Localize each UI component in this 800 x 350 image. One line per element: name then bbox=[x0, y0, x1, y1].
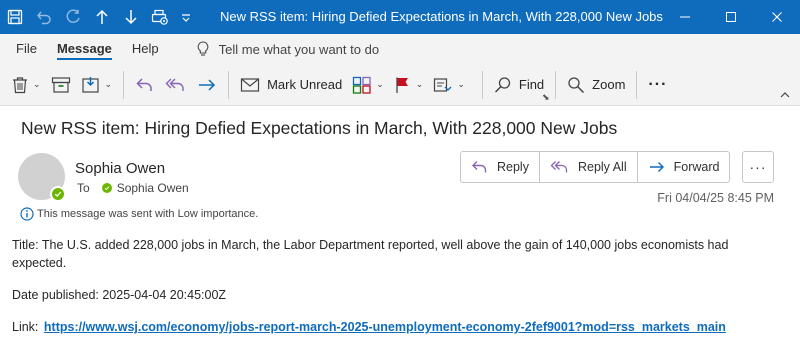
follow-up-caret-icon[interactable]: ⌄ bbox=[416, 79, 424, 90]
follow-up-button[interactable]: ⌄ bbox=[389, 68, 429, 102]
ribbon-separator bbox=[481, 70, 483, 99]
find-label: Find bbox=[518, 77, 545, 92]
sender-name[interactable]: Sophia Owen bbox=[75, 160, 165, 177]
forward-button[interactable]: Forward bbox=[638, 152, 730, 182]
reply-button[interactable]: Reply bbox=[461, 152, 540, 182]
move-to-folder-icon bbox=[81, 76, 99, 93]
message-body: Title: The U.S. added 228,000 jobs in Ma… bbox=[12, 236, 782, 350]
rules-icon bbox=[434, 77, 452, 92]
window-controls bbox=[662, 0, 800, 34]
rules-button[interactable]: ⌄ bbox=[428, 68, 470, 102]
tab-help[interactable]: Help bbox=[122, 34, 169, 64]
dialog-launcher-icon[interactable]: ⬊ bbox=[542, 92, 550, 103]
undo-icon[interactable] bbox=[29, 0, 58, 34]
reply-icon bbox=[136, 77, 152, 91]
reply-icon bbox=[472, 161, 487, 173]
ribbon-separator bbox=[228, 70, 230, 99]
delete-caret-icon[interactable]: ⌄ bbox=[33, 79, 41, 90]
recipient-presence-icon bbox=[101, 183, 112, 193]
importance-text: This message was sent with Low importanc… bbox=[37, 208, 259, 220]
body-link-line: Link: https://www.wsj.com/economy/jobs-r… bbox=[12, 318, 782, 336]
find-button[interactable]: Find bbox=[489, 68, 549, 102]
ribbon-separator bbox=[636, 70, 638, 99]
reply-all-button[interactable]: Reply All bbox=[540, 152, 638, 182]
lightbulb-icon bbox=[197, 41, 208, 56]
recipient-line: To Sophia Owen bbox=[77, 181, 189, 195]
mark-unread-button[interactable]: Mark Unread bbox=[235, 68, 347, 102]
up-arrow-icon[interactable] bbox=[87, 0, 116, 34]
forward-icon bbox=[199, 78, 216, 91]
ribbon-more-button[interactable]: ··· bbox=[643, 68, 672, 102]
redo-icon[interactable] bbox=[58, 0, 87, 34]
collapse-ribbon-icon[interactable] bbox=[780, 90, 790, 101]
tab-file[interactable]: File bbox=[6, 34, 47, 64]
rules-caret-icon[interactable]: ⌄ bbox=[457, 79, 465, 90]
find-search-icon bbox=[494, 76, 511, 93]
menu-bar: File Message Help Tell me what you want … bbox=[0, 34, 800, 64]
forward-label: Forward bbox=[673, 160, 720, 174]
received-datetime: Fri 04/04/25 8:45 PM bbox=[657, 191, 774, 205]
minimize-icon[interactable] bbox=[662, 0, 708, 34]
down-arrow-icon[interactable] bbox=[116, 0, 145, 34]
move-button[interactable]: ⌄ bbox=[76, 68, 118, 102]
customize-caret-icon[interactable] bbox=[174, 0, 198, 34]
tell-me-search[interactable]: Tell me what you want to do bbox=[197, 41, 379, 57]
save-icon[interactable] bbox=[0, 0, 29, 34]
zoom-button[interactable]: Zoom bbox=[562, 68, 630, 102]
ribbon: ⌄ ⌄ Mark Unread ⌄ ⌄ ⌄ Find Zoom ··· ⬊ bbox=[0, 64, 800, 106]
mark-unread-label: Mark Unread bbox=[267, 77, 343, 92]
title-bar: New RSS item: Hiring Defied Expectations… bbox=[0, 0, 800, 34]
reading-pane: New RSS item: Hiring Defied Expectations… bbox=[0, 107, 800, 350]
zoom-icon bbox=[568, 76, 585, 93]
reply-label: Reply bbox=[497, 160, 529, 174]
ribbon-separator bbox=[555, 70, 557, 99]
trash-icon bbox=[13, 76, 27, 93]
reply-all-label: Reply All bbox=[577, 160, 627, 174]
zoom-label: Zoom bbox=[592, 77, 626, 92]
window-title: New RSS item: Hiring Defied Expectations… bbox=[220, 9, 663, 24]
article-link[interactable]: https://www.wsj.com/economy/jobs-report-… bbox=[44, 320, 726, 334]
move-caret-icon[interactable]: ⌄ bbox=[105, 79, 113, 90]
reply-all-icon bbox=[550, 161, 568, 173]
link-label: Link: bbox=[12, 320, 39, 334]
close-icon[interactable] bbox=[754, 0, 800, 34]
archive-icon bbox=[51, 76, 70, 93]
to-label: To bbox=[77, 181, 90, 195]
categorize-caret-icon[interactable]: ⌄ bbox=[376, 79, 384, 90]
restore-icon[interactable] bbox=[708, 0, 754, 34]
archive-button[interactable] bbox=[46, 68, 76, 102]
importance-infobar: This message was sent with Low importanc… bbox=[20, 207, 258, 221]
more-actions-button[interactable]: ··· bbox=[742, 151, 774, 183]
message-subject: New RSS item: Hiring Defied Expectations… bbox=[21, 118, 618, 138]
body-date-line: Date published: 2025-04-04 20:45:00Z bbox=[12, 288, 227, 302]
reply-ribbon-button[interactable] bbox=[130, 68, 160, 102]
presence-available-icon bbox=[50, 186, 66, 202]
envelope-icon bbox=[240, 77, 260, 92]
info-icon bbox=[20, 207, 34, 221]
flag-icon bbox=[396, 77, 408, 93]
categorize-icon bbox=[353, 76, 371, 94]
reply-all-ribbon-button[interactable] bbox=[160, 68, 192, 102]
forward-ribbon-button[interactable] bbox=[192, 68, 222, 102]
tell-me-text: Tell me what you want to do bbox=[218, 41, 380, 57]
recipient-name[interactable]: Sophia Owen bbox=[117, 181, 189, 195]
print-icon[interactable] bbox=[145, 0, 174, 34]
delete-button[interactable]: ⌄ bbox=[6, 68, 46, 102]
quick-access-toolbar bbox=[0, 0, 198, 34]
reply-all-icon bbox=[165, 78, 184, 91]
body-title-line: Title: The U.S. added 228,000 jobs in Ma… bbox=[12, 238, 729, 270]
forward-icon bbox=[649, 162, 664, 172]
message-actions: Reply Reply All Forward bbox=[460, 151, 731, 183]
categorize-button[interactable]: ⌄ bbox=[347, 68, 389, 102]
tab-message[interactable]: Message bbox=[47, 34, 122, 64]
ribbon-separator bbox=[123, 70, 125, 99]
